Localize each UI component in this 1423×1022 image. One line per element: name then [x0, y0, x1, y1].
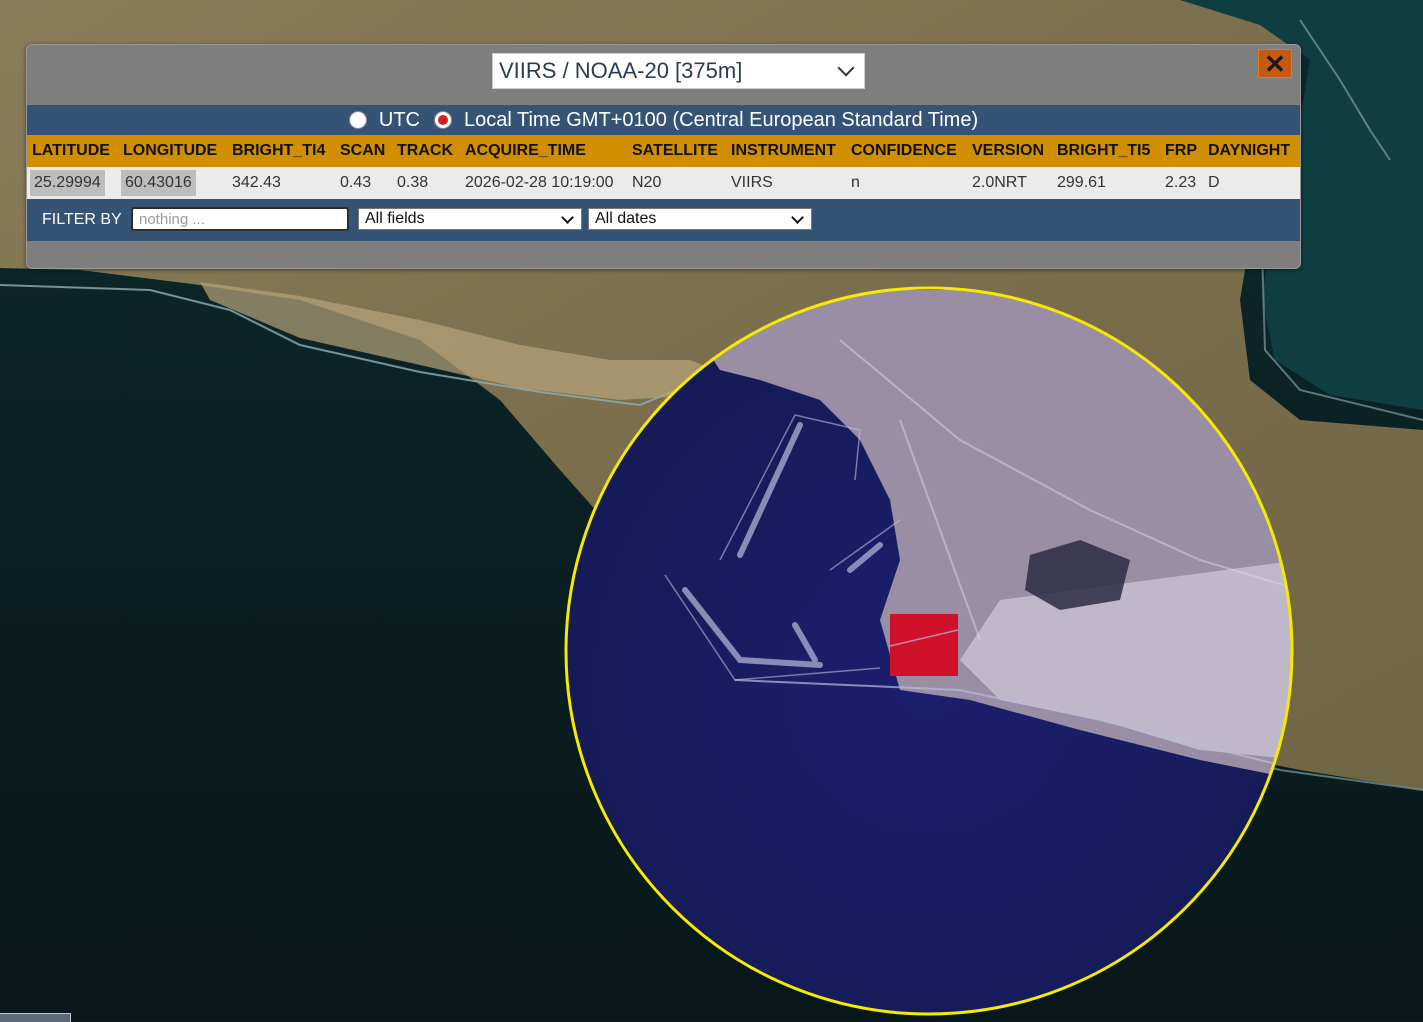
longitude-cell[interactable]: 60.43016: [121, 170, 196, 196]
utc-radio[interactable]: [348, 111, 367, 129]
column-header[interactable]: CONFIDENCE: [851, 135, 957, 167]
local-time-radio[interactable]: [433, 111, 452, 129]
field-filter-value: All fields: [365, 210, 425, 227]
chevron-down-icon: [561, 210, 574, 224]
satellite-source-value: VIIRS / NOAA-20 [375m]: [499, 58, 743, 83]
column-header[interactable]: DAYNIGHT: [1208, 135, 1290, 167]
scan-cell: 0.43: [340, 174, 372, 191]
local-time-radio-label[interactable]: Local Time GMT+0100 (Central European St…: [464, 109, 978, 132]
column-header[interactable]: LATITUDE: [32, 135, 110, 167]
time-zone-selector: UTC Local Time GMT+0100 (Central Europea…: [27, 105, 1300, 135]
column-header[interactable]: INSTRUMENT: [731, 135, 836, 167]
chevron-down-icon: [791, 210, 804, 224]
column-header[interactable]: BRIGHT_TI5: [1057, 135, 1150, 167]
satellite-source-select[interactable]: VIIRS / NOAA-20 [375m]: [492, 53, 865, 89]
column-header[interactable]: ACQUIRE_TIME: [465, 135, 586, 167]
satellite-cell: N20: [632, 174, 662, 191]
confidence-cell: n: [851, 174, 860, 191]
instrument-cell: VIIRS: [731, 174, 773, 191]
daynight-cell: D: [1208, 174, 1220, 191]
date-filter-value: All dates: [595, 210, 657, 227]
filter-label: FILTER BY: [42, 211, 122, 228]
bright-ti4-cell: 342.43: [232, 174, 281, 191]
latitude-cell[interactable]: 25.29994: [30, 170, 105, 196]
version-cell: 2.0NRT: [972, 174, 1027, 191]
table-header: LATITUDE LONGITUDE BRIGHT_TI4 SCAN TRACK…: [27, 135, 1300, 167]
column-header[interactable]: FRP: [1165, 135, 1197, 167]
column-header[interactable]: VERSION: [972, 135, 1044, 167]
table-row[interactable]: 25.29994 60.43016 342.43 0.43 0.38 2026-…: [27, 167, 1300, 199]
utc-radio-label[interactable]: UTC: [379, 109, 420, 132]
track-cell: 0.38: [397, 174, 429, 191]
column-header[interactable]: SATELLITE: [632, 135, 718, 167]
column-header[interactable]: SCAN: [340, 135, 385, 167]
date-filter-select[interactable]: All dates: [588, 208, 812, 230]
close-button[interactable]: ✕: [1258, 49, 1292, 78]
filter-bar: FILTER BY All fields All dates: [27, 199, 1300, 241]
filter-input[interactable]: [131, 207, 349, 231]
bright-ti5-cell: 299.61: [1057, 174, 1106, 191]
fire-info-panel: VIIRS / NOAA-20 [375m] ✕ UTC Local Time …: [26, 44, 1301, 269]
field-filter-select[interactable]: All fields: [358, 208, 582, 230]
fire-detection-pixel[interactable]: [890, 614, 958, 676]
column-header[interactable]: LONGITUDE: [123, 135, 217, 167]
column-header[interactable]: TRACK: [397, 135, 453, 167]
acquire-time-cell: 2026-02-28 10:19:00: [465, 174, 614, 191]
frp-cell: 2.23: [1165, 174, 1197, 191]
chevron-down-icon: [837, 59, 855, 77]
column-header[interactable]: BRIGHT_TI4: [232, 135, 325, 167]
